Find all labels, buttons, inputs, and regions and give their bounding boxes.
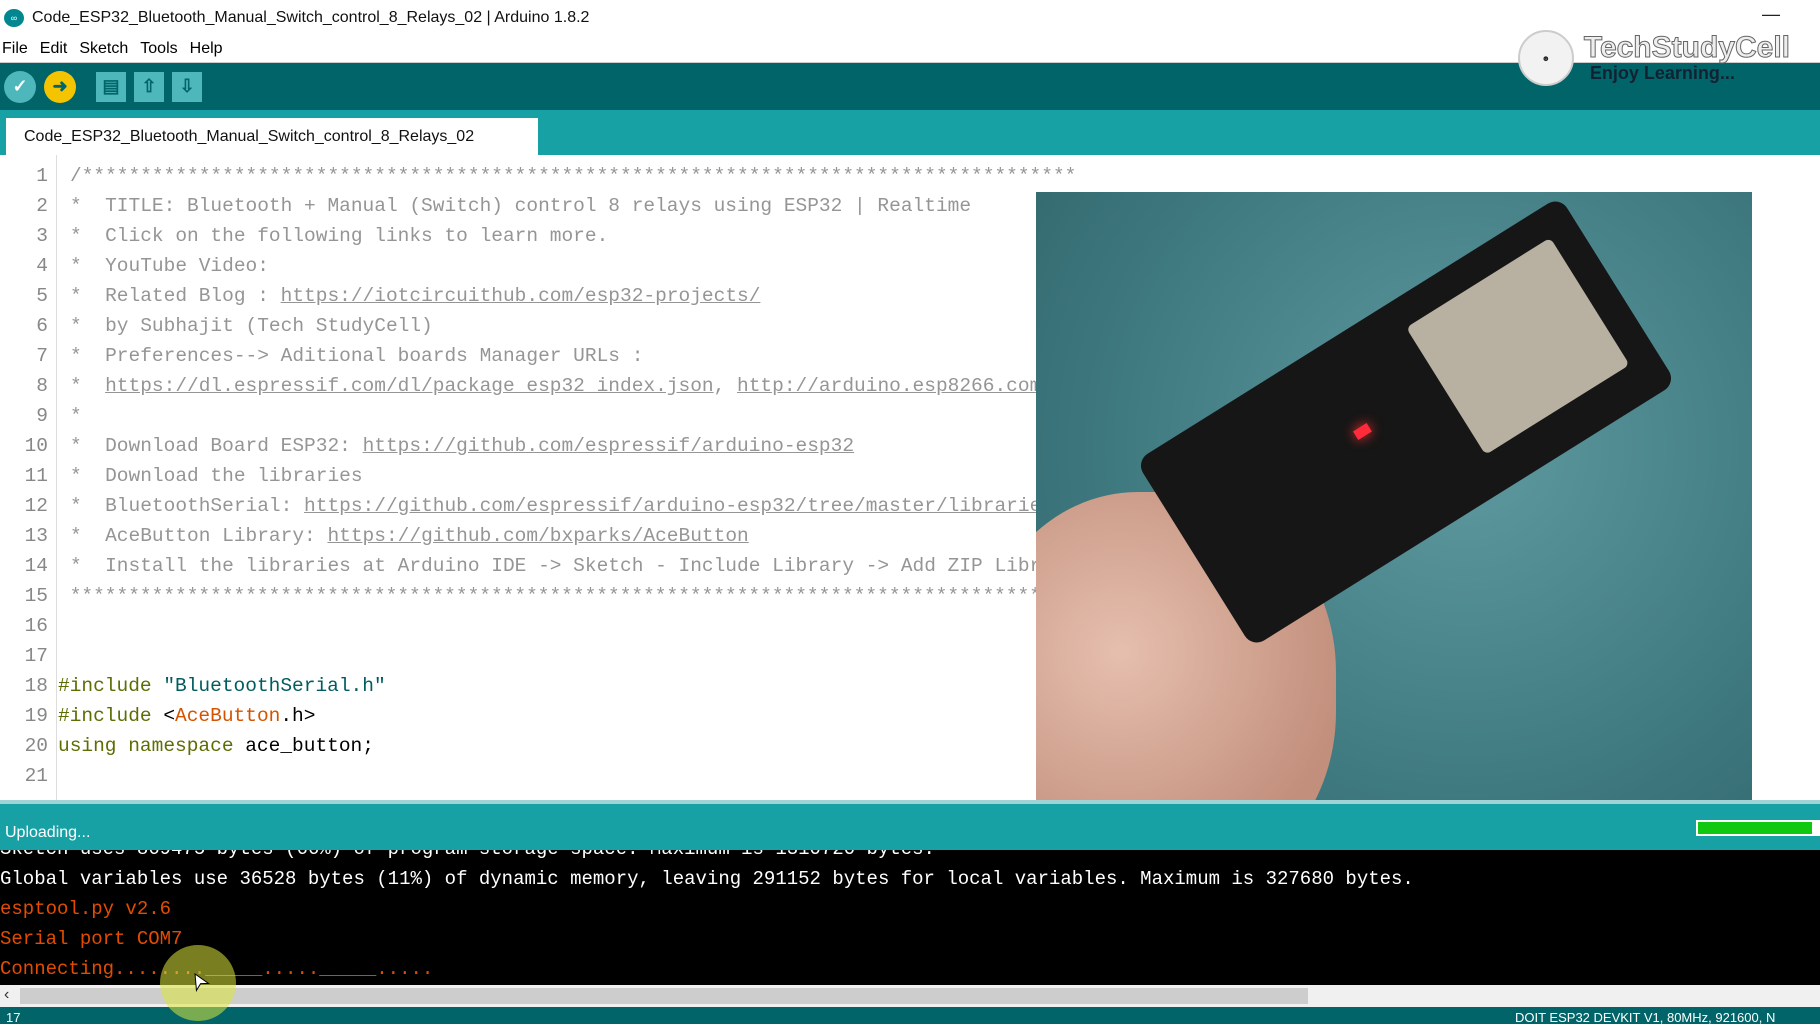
status-text: Uploading... [5,824,91,841]
console-line: Global variables use 36528 bytes (11%) o… [0,868,1414,890]
scroll-left-icon[interactable]: ‹ [4,986,9,1004]
espressif-index-link[interactable]: https://dl.espressif.com/dl/package_esp3… [105,375,714,397]
esp32-board-image [1135,196,1677,648]
logo-tagline: Enjoy Learning... [1589,62,1735,83]
verify-button[interactable]: ✓ [4,70,36,103]
window-title: Code_ESP32_Bluetooth_Manual_Switch_contr… [32,9,590,26]
board-info: DOIT ESP32 DEVKIT V1, 80MHz, 921600, N [1515,1010,1776,1025]
menu-edit[interactable]: Edit [38,40,76,58]
tab-label: Code_ESP32_Bluetooth_Manual_Switch_contr… [24,127,475,145]
verify-icon: ✓ [12,76,28,96]
red-led [1352,423,1372,441]
console-output: Sketch uses 869475 bytes (66%) of progra… [0,850,1820,985]
logo-name: TechStudyCell [1583,30,1790,64]
tab-strip: Code_ESP32_Bluetooth_Manual_Switch_contr… [0,110,1820,155]
horizontal-scrollbar[interactable]: ‹ [0,985,1820,1007]
minimize-button[interactable]: — [1762,4,1780,25]
status-bar: Uploading... [0,800,1820,850]
channel-logo: ☻ TechStudyCell Enjoy Learning... [1517,30,1791,86]
bluetoothserial-link[interactable]: https://github.com/espressif/arduino-esp… [304,495,1053,517]
console-line: Sketch uses 869475 bytes (66%) of progra… [0,850,935,864]
esp-wroom-chip [1406,237,1630,455]
blog-link[interactable]: https://iotcircuithub.com/esp32-projects… [281,285,761,307]
arduino-esp32-link[interactable]: https://github.com/espressif/arduino-esp… [363,435,854,457]
esp32-board-photo-overlay [1036,192,1752,830]
save-icon: ⇩ [179,76,195,96]
open-icon: ⇧ [141,76,157,96]
line-number-indicator: 17 [6,1010,21,1025]
logo-badge-icon: ☻ [1517,30,1574,86]
code-line: 1/**************************************… [36,165,1077,187]
open-button[interactable]: ⇧ [134,71,164,102]
menu-sketch[interactable]: Sketch [77,40,136,58]
bottom-status-bar: 17 DOIT ESP32 DEVKIT V1, 80MHz, 921600, … [0,1007,1820,1025]
console-line: Serial port COM7 [0,928,183,950]
upload-progress-bar [1696,820,1820,836]
esp8266-link[interactable]: http://arduino.esp8266.com [737,375,1041,397]
arduino-icon: ∞ [4,9,24,27]
new-icon: ▤ [102,76,120,96]
acebutton-link[interactable]: https://github.com/bxparks/AceButton [327,525,748,547]
upload-button[interactable]: ➜ [44,70,76,103]
upload-icon: ➜ [52,76,68,96]
console-line: esptool.py v2.6 [0,898,172,920]
menu-file[interactable]: File [0,40,36,58]
menu-help[interactable]: Help [188,40,231,58]
tab-sketch[interactable]: Code_ESP32_Bluetooth_Manual_Switch_contr… [6,118,538,155]
upload-progress-fill [1698,822,1812,834]
new-button[interactable]: ▤ [96,71,126,102]
menu-tools[interactable]: Tools [138,40,185,58]
save-button[interactable]: ⇩ [172,71,202,102]
